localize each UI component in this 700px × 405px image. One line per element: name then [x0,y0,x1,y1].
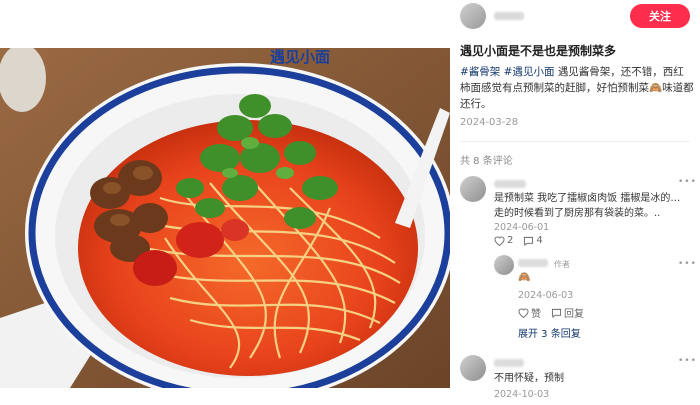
bowl-brand-text: 遇见小面 [270,48,330,66]
comment-icon [524,236,534,246]
like-label: 赞 [531,309,541,320]
reply-actions: 赞 回复 [518,305,584,320]
reply-button[interactable]: 4 [523,235,543,246]
more-icon[interactable]: ••• [678,259,697,269]
post-title: 遇见小面是不是也是预制菜多 [460,44,617,58]
post-photo[interactable]: 遇见小面 [0,48,450,388]
author-info[interactable] [460,3,524,29]
post-panel: 关注 遇见小面是不是也是预制菜多 #酱骨架 #遇见小面 遇见酱骨架，还不错，西红… [450,0,700,405]
comment-count: 共 8 条评论 [460,156,513,167]
heart-icon [518,307,529,318]
reply-emoji: 🙈 [518,272,531,283]
reply-date: 2024-06-03 [518,290,574,301]
comment-icon [551,308,562,318]
comment-text: 不用怀疑，预制 [494,373,564,384]
like-count: 2 [507,235,514,246]
follow-button[interactable]: 关注 [630,4,690,28]
author-name[interactable] [494,12,524,20]
commenter-name[interactable] [494,180,526,188]
reply-label: 回复 [564,309,584,320]
hashtag-link[interactable]: #遇见小面 [504,66,555,78]
heart-icon [494,235,505,246]
commenter-name[interactable] [518,259,548,267]
more-icon[interactable]: ••• [678,177,697,187]
noodle-bowl-image: 遇见小面 [0,48,450,388]
avatar[interactable] [494,255,514,275]
author-avatar[interactable] [460,3,486,29]
commenter-name[interactable] [494,359,524,367]
more-icon[interactable]: ••• [678,356,697,366]
reply-button[interactable]: 回复 [551,305,584,320]
comment-text: 是预制菜 我吃了擂椒卤肉饭 擂椒是冰的… 走的时候看到了厨房那有袋装的菜。.. [494,193,681,219]
reply-count: 4 [536,235,543,246]
divider [460,141,690,142]
post-date: 2024-03-28 [460,117,519,128]
expand-replies-link[interactable]: 展开 3 条回复 [518,325,581,340]
post-body: #酱骨架 #遇见小面 遇见酱骨架，还不错，西红柿面感觉有点预制菜的赶脚，好怕预制… [460,64,694,112]
comment-date: 2024-06-01 [494,222,550,233]
avatar[interactable] [460,176,486,202]
note-detail-window: 遇见小面 关注 遇见小面是不是也是预制菜多 #酱骨架 #遇见小面 遇见酱骨架，还… [0,0,700,405]
comment-actions: 2 4 [494,235,543,246]
comment-date: 2024-10-03 [494,389,550,400]
avatar[interactable] [460,355,486,381]
like-button[interactable]: 赞 [518,305,541,320]
hashtag-link[interactable]: #酱骨架 [460,66,500,78]
like-button[interactable]: 2 [494,235,513,246]
author-badge: 作者 [554,260,570,269]
